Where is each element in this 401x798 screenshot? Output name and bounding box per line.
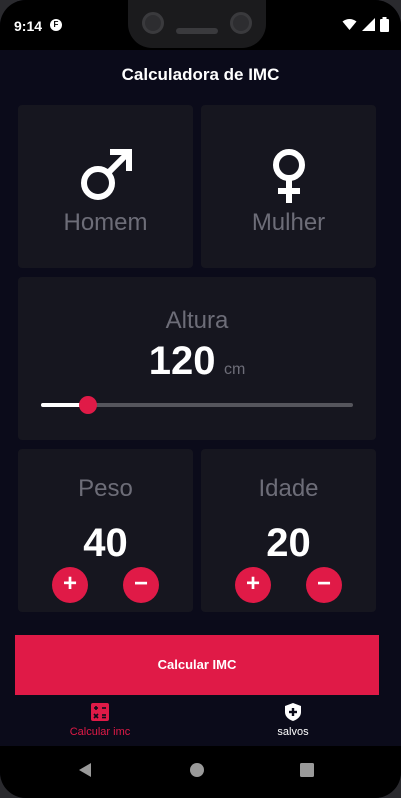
height-title: Altura [165, 307, 229, 334]
female-symbol-icon [201, 145, 376, 210]
system-navigation-bar [0, 746, 401, 798]
status-icons [342, 17, 389, 32]
age-increment-button[interactable]: + [235, 567, 271, 603]
wifi-icon [342, 19, 357, 30]
height-readout: 120 cm [18, 339, 376, 384]
weight-value: 40 [83, 521, 128, 565]
weight-card: Peso 40 + − [18, 449, 193, 612]
camera-notch [128, 0, 266, 48]
gender-label-female: Mulher [251, 209, 326, 236]
height-value: 120 [148, 339, 216, 383]
height-unit: cm [223, 361, 246, 378]
age-title: Idade [258, 475, 319, 502]
age-card: Idade 20 + − [201, 449, 376, 612]
bottom-nav: Calcular imc salvos [0, 698, 401, 746]
nav-label-calculate: Calcular imc [69, 726, 131, 738]
weight-increment-button[interactable]: + [52, 567, 88, 603]
shield-plus-icon [285, 703, 301, 721]
nav-item-calculate[interactable]: Calcular imc [0, 702, 200, 738]
height-slider-thumb[interactable] [78, 396, 97, 414]
gender-label-male: Homem [63, 209, 148, 236]
height-card: Altura 120 cm [18, 277, 376, 440]
app-notification-icon: F [50, 19, 62, 31]
weight-decrement-button[interactable]: − [123, 567, 159, 603]
back-icon[interactable] [77, 762, 93, 778]
height-slider[interactable] [41, 396, 353, 414]
status-time: 9:14 [14, 18, 43, 34]
gender-card-male[interactable]: Homem [18, 105, 193, 268]
calculator-icon [91, 703, 109, 721]
front-camera-icon [142, 12, 164, 34]
phone-frame: 9:14 F Calculadora de IMC Homem Mulher A… [0, 0, 401, 798]
male-symbol-icon [18, 145, 193, 210]
weight-title: Peso [78, 475, 133, 502]
battery-icon [380, 17, 389, 32]
nav-item-saved[interactable]: salvos [193, 702, 393, 738]
gender-card-female[interactable]: Mulher [201, 105, 376, 268]
status-bar: 9:14 F [0, 0, 401, 50]
home-icon[interactable] [189, 762, 205, 778]
recents-icon[interactable] [300, 763, 314, 777]
age-decrement-button[interactable]: − [306, 567, 342, 603]
signal-icon [362, 18, 375, 31]
earpiece-speaker [176, 28, 218, 34]
nav-label-saved: salvos [277, 726, 309, 738]
page-title: Calculadora de IMC [121, 65, 280, 84]
screen: 9:14 F Calculadora de IMC Homem Mulher A… [0, 0, 401, 798]
age-value: 20 [266, 521, 311, 565]
front-sensor-icon [230, 12, 252, 34]
calculate-bmi-button[interactable]: Calcular IMC [15, 635, 379, 695]
